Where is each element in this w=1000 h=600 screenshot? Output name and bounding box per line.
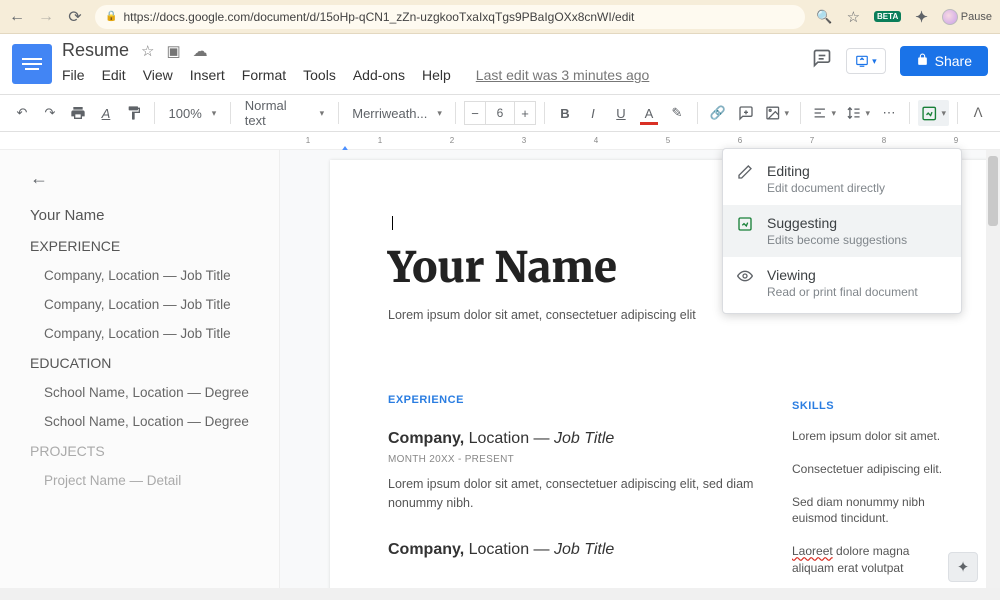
outline-section-experience[interactable]: EXPERIENCE [30, 238, 263, 254]
menu-addons[interactable]: Add-ons [353, 67, 405, 83]
url-text: https://docs.google.com/document/d/15oHp… [123, 10, 634, 24]
extensions-icon[interactable]: ✦ [915, 8, 928, 26]
doc-section-skills[interactable]: SKILLS [792, 400, 952, 412]
docs-logo-icon[interactable] [12, 44, 52, 84]
font-size-control: − 6 + [464, 101, 536, 125]
lock-icon: 🔒 [105, 11, 117, 22]
line-spacing-icon[interactable] [843, 100, 873, 126]
outline-item[interactable]: School Name, Location — Degree [44, 385, 263, 400]
comments-icon[interactable] [812, 48, 832, 74]
outline-back-icon[interactable]: ← [30, 168, 263, 189]
zoom-lens-icon[interactable]: 🔍 [816, 9, 832, 25]
highlight-icon[interactable]: ✎ [665, 100, 689, 126]
eye-icon [737, 268, 755, 284]
suggesting-icon [737, 216, 755, 232]
menu-insert[interactable]: Insert [190, 67, 225, 83]
redo-icon[interactable]: ↷ [38, 100, 62, 126]
spellcheck-icon[interactable]: A [94, 100, 118, 126]
text-cursor [392, 216, 393, 230]
font-size-increase[interactable]: + [514, 101, 536, 125]
bold-icon[interactable]: B [553, 100, 577, 126]
cloud-status-icon[interactable]: ☁ [193, 42, 208, 60]
doc-skill-item[interactable]: Consectetuer adipiscing elit. [792, 461, 952, 478]
pencil-icon [737, 164, 755, 180]
paint-format-icon[interactable] [122, 100, 146, 126]
nav-forward-icon[interactable]: → [37, 8, 55, 26]
beta-badge: BETA [874, 11, 901, 22]
bookmark-star-icon[interactable]: ☆ [847, 8, 860, 26]
document-outline: ← Your Name EXPERIENCE Company, Location… [0, 150, 280, 600]
text-color-icon[interactable]: A [637, 100, 661, 126]
doc-skill-item[interactable]: Sed diam nonummy nibh euismod tincidunt. [792, 494, 952, 528]
lock-icon [916, 53, 929, 69]
more-toolbar-icon[interactable]: ⋯ [877, 100, 901, 126]
outline-item[interactable]: School Name, Location — Degree [44, 414, 263, 429]
share-button[interactable]: Share [900, 46, 988, 76]
outline-section-education[interactable]: EDUCATION [30, 355, 263, 371]
outline-title[interactable]: Your Name [30, 207, 263, 224]
explore-button[interactable]: ✦ [948, 552, 978, 582]
present-button[interactable]: ▾ [846, 48, 886, 74]
editing-mode-menu: EditingEdit document directly Suggesting… [722, 148, 962, 314]
underline-icon[interactable]: U [609, 100, 633, 126]
paragraph-style-select[interactable]: Normal text [239, 100, 330, 126]
font-size-value[interactable]: 6 [486, 101, 514, 125]
last-edit-link[interactable]: Last edit was 3 minutes ago [476, 67, 650, 83]
menu-tools[interactable]: Tools [303, 67, 336, 83]
avatar [942, 9, 958, 25]
outline-item[interactable]: Company, Location — Job Title [44, 297, 263, 312]
add-comment-icon[interactable] [734, 100, 758, 126]
collapse-toolbar-icon[interactable]: ᐱ [966, 100, 990, 126]
outline-section-projects[interactable]: PROJECTS [30, 443, 263, 459]
mode-viewing[interactable]: ViewingRead or print final document [723, 257, 961, 309]
font-size-decrease[interactable]: − [464, 101, 486, 125]
outline-item[interactable]: Project Name — Detail [44, 473, 263, 488]
nav-back-icon[interactable]: ← [8, 8, 26, 26]
undo-icon[interactable]: ↶ [10, 100, 34, 126]
doc-job-body[interactable]: Lorem ipsum dolor sit amet, consectetuer… [388, 475, 768, 513]
move-icon[interactable]: ▣ [166, 42, 180, 60]
star-icon[interactable]: ☆ [141, 42, 154, 60]
vertical-scrollbar[interactable] [986, 150, 1000, 600]
menu-view[interactable]: View [143, 67, 173, 83]
document-title[interactable]: Resume [62, 40, 129, 61]
italic-icon[interactable]: I [581, 100, 605, 126]
address-bar[interactable]: 🔒 https://docs.google.com/document/d/15o… [95, 5, 805, 29]
horizontal-scrollbar[interactable] [0, 588, 1000, 600]
insert-image-icon[interactable] [762, 100, 792, 126]
doc-skill-item[interactable]: Lorem ipsum dolor sit amet. [792, 428, 952, 445]
outline-item[interactable]: Company, Location — Job Title [44, 268, 263, 283]
editing-mode-button[interactable] [918, 100, 949, 126]
toolbar: ↶ ↷ A 100% Normal text Merriweath... − 6… [0, 94, 1000, 132]
menu-file[interactable]: File [62, 67, 85, 83]
font-select[interactable]: Merriweath... [347, 100, 447, 126]
outline-item[interactable]: Company, Location — Job Title [44, 326, 263, 341]
menu-format[interactable]: Format [242, 67, 286, 83]
zoom-select[interactable]: 100% [163, 100, 222, 126]
doc-skill-item[interactable]: Laoreet dolore magna aliquam erat volutp… [792, 543, 952, 577]
doc-skills-column[interactable]: SKILLS Lorem ipsum dolor sit amet. Conse… [792, 400, 952, 577]
insert-link-icon[interactable]: 🔗 [706, 100, 730, 126]
profile-pause[interactable]: Pause [942, 9, 992, 25]
mode-suggesting[interactable]: SuggestingEdits become suggestions [723, 205, 961, 257]
print-icon[interactable] [66, 100, 90, 126]
menu-bar: File Edit View Insert Format Tools Add-o… [62, 67, 802, 83]
menu-help[interactable]: Help [422, 67, 451, 83]
mode-editing[interactable]: EditingEdit document directly [723, 153, 961, 205]
nav-reload-icon[interactable]: ⟳ [66, 7, 84, 27]
docs-titlebar: Resume ☆ ▣ ☁ File Edit View Insert Forma… [0, 34, 1000, 94]
align-icon[interactable] [809, 100, 839, 126]
menu-edit[interactable]: Edit [102, 67, 126, 83]
browser-omnibox: ← → ⟳ 🔒 https://docs.google.com/document… [0, 0, 1000, 34]
